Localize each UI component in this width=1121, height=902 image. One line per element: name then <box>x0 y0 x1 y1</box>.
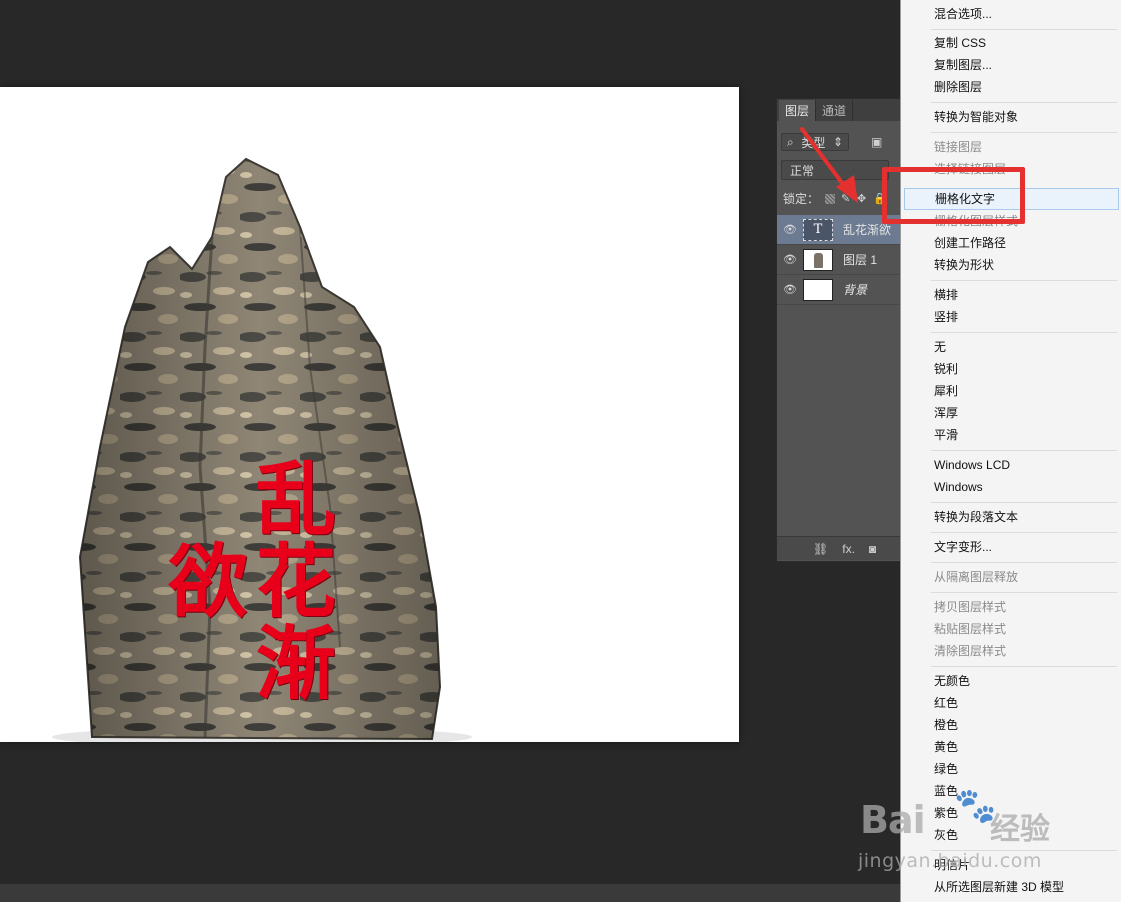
mask-icon[interactable]: ◙ <box>869 542 876 556</box>
menu-item-clear-layer-style: 清除图层样式 <box>934 644 1007 658</box>
menu-item-gray[interactable]: 灰色 <box>904 824 1119 846</box>
text-layer-thumbnail: T <box>803 218 833 241</box>
menu-separator <box>931 102 1117 103</box>
menu-separator <box>931 532 1117 533</box>
layer-list: 👁 T 乱花渐欲 👁 图层 1 👁 背景 <box>777 215 907 305</box>
tab-layers[interactable]: 图层 <box>779 100 817 121</box>
image-layer-thumbnail <box>803 248 833 271</box>
menu-item-antialias-none[interactable]: 无 <box>904 336 1119 358</box>
link-icon[interactable]: ⛓ <box>813 542 828 556</box>
menu-separator <box>931 29 1117 30</box>
eye-icon[interactable]: 👁 <box>777 223 803 236</box>
menu-item-convert-paragraph[interactable]: 转换为段落文本 <box>904 506 1119 528</box>
menu-separator <box>931 450 1117 451</box>
menu-separator <box>931 562 1117 563</box>
layer-row-image[interactable]: 👁 图层 1 <box>777 245 907 275</box>
menu-item-red[interactable]: 红色 <box>904 692 1119 714</box>
layer-row-background[interactable]: 👁 背景 <box>777 275 907 305</box>
menu-item-antialias-sharp[interactable]: 锐利 <box>904 358 1119 380</box>
menu-item-windows[interactable]: Windows <box>904 476 1119 498</box>
annotation-arrow-icon <box>800 127 858 203</box>
menu-item-create-work-path[interactable]: 创建工作路径 <box>904 232 1119 254</box>
menu-item-release-isolation: 从隔离图层释放 <box>934 570 1019 584</box>
tab-channels[interactable]: 通道 <box>816 100 854 121</box>
search-icon: ⌕ <box>787 134 794 149</box>
menu-separator <box>931 850 1117 851</box>
document-canvas[interactable]: 乱花渐欲 <box>0 87 739 742</box>
menu-item-blue[interactable]: 蓝色 <box>904 780 1119 802</box>
eye-icon[interactable]: 👁 <box>777 253 803 266</box>
menu-item-vertical[interactable]: 竖排 <box>904 306 1119 328</box>
menu-item-link-layers: 链接图层 <box>934 140 983 154</box>
rock-image <box>52 157 472 742</box>
menu-item-warp-text[interactable]: 文字变形... <box>904 536 1119 558</box>
menu-item-delete-layer[interactable]: 删除图层 <box>904 76 1119 98</box>
layer-name: 图层 1 <box>843 253 878 267</box>
menu-item-convert-smart-object[interactable]: 转换为智能对象 <box>904 106 1119 128</box>
layer-name: 背景 <box>843 283 868 297</box>
eye-icon[interactable]: 👁 <box>777 283 803 296</box>
menu-item-antialias-smooth[interactable]: 平滑 <box>904 424 1119 446</box>
menu-item-blending-options[interactable]: 混合选项... <box>904 3 1119 25</box>
menu-item-copy-css[interactable]: 复制 CSS <box>904 32 1119 54</box>
menu-separator <box>931 502 1117 503</box>
menu-item-horizontal[interactable]: 横排 <box>904 284 1119 306</box>
background-layer-thumbnail <box>803 278 833 301</box>
menu-item-copy-layer-style: 拷贝图层样式 <box>934 600 1007 614</box>
menu-item-duplicate-layer[interactable]: 复制图层... <box>904 54 1119 76</box>
menu-separator <box>931 332 1117 333</box>
menu-item-violet[interactable]: 紫色 <box>904 802 1119 824</box>
menu-item-new-3d-model[interactable]: 从所选图层新建 3D 模型 <box>904 876 1119 898</box>
menu-item-paste-layer-style: 粘贴图层样式 <box>934 622 1007 636</box>
menu-item-antialias-crisp[interactable]: 犀利 <box>904 380 1119 402</box>
status-bar <box>0 884 900 902</box>
menu-separator <box>931 666 1117 667</box>
menu-separator <box>931 280 1117 281</box>
menu-item-convert-to-shape[interactable]: 转换为形状 <box>904 254 1119 276</box>
menu-separator <box>931 132 1117 133</box>
annotation-highlight-box <box>882 167 1025 224</box>
menu-item-postcard[interactable]: 明信片 <box>904 854 1119 876</box>
menu-item-windows-lcd[interactable]: Windows LCD <box>904 454 1119 476</box>
menu-item-yellow[interactable]: 黄色 <box>904 736 1119 758</box>
panel-tabs: 图层 通道 <box>777 99 907 121</box>
menu-item-orange[interactable]: 橙色 <box>904 714 1119 736</box>
context-menu: 混合选项... 复制 CSS 复制图层... 删除图层 转换为智能对象 链接图层… <box>900 0 1121 902</box>
menu-item-no-color[interactable]: 无颜色 <box>904 670 1119 692</box>
layers-panel-footer: ⛓ fx. ◙ <box>777 536 907 560</box>
canvas-text-layer[interactable]: 乱花渐欲 <box>155 417 337 742</box>
menu-item-antialias-strong[interactable]: 浑厚 <box>904 402 1119 424</box>
image-filter-icon[interactable]: ▣ <box>871 135 882 149</box>
fx-icon[interactable]: fx. <box>842 542 855 556</box>
menu-separator <box>931 592 1117 593</box>
menu-item-green[interactable]: 绿色 <box>904 758 1119 780</box>
